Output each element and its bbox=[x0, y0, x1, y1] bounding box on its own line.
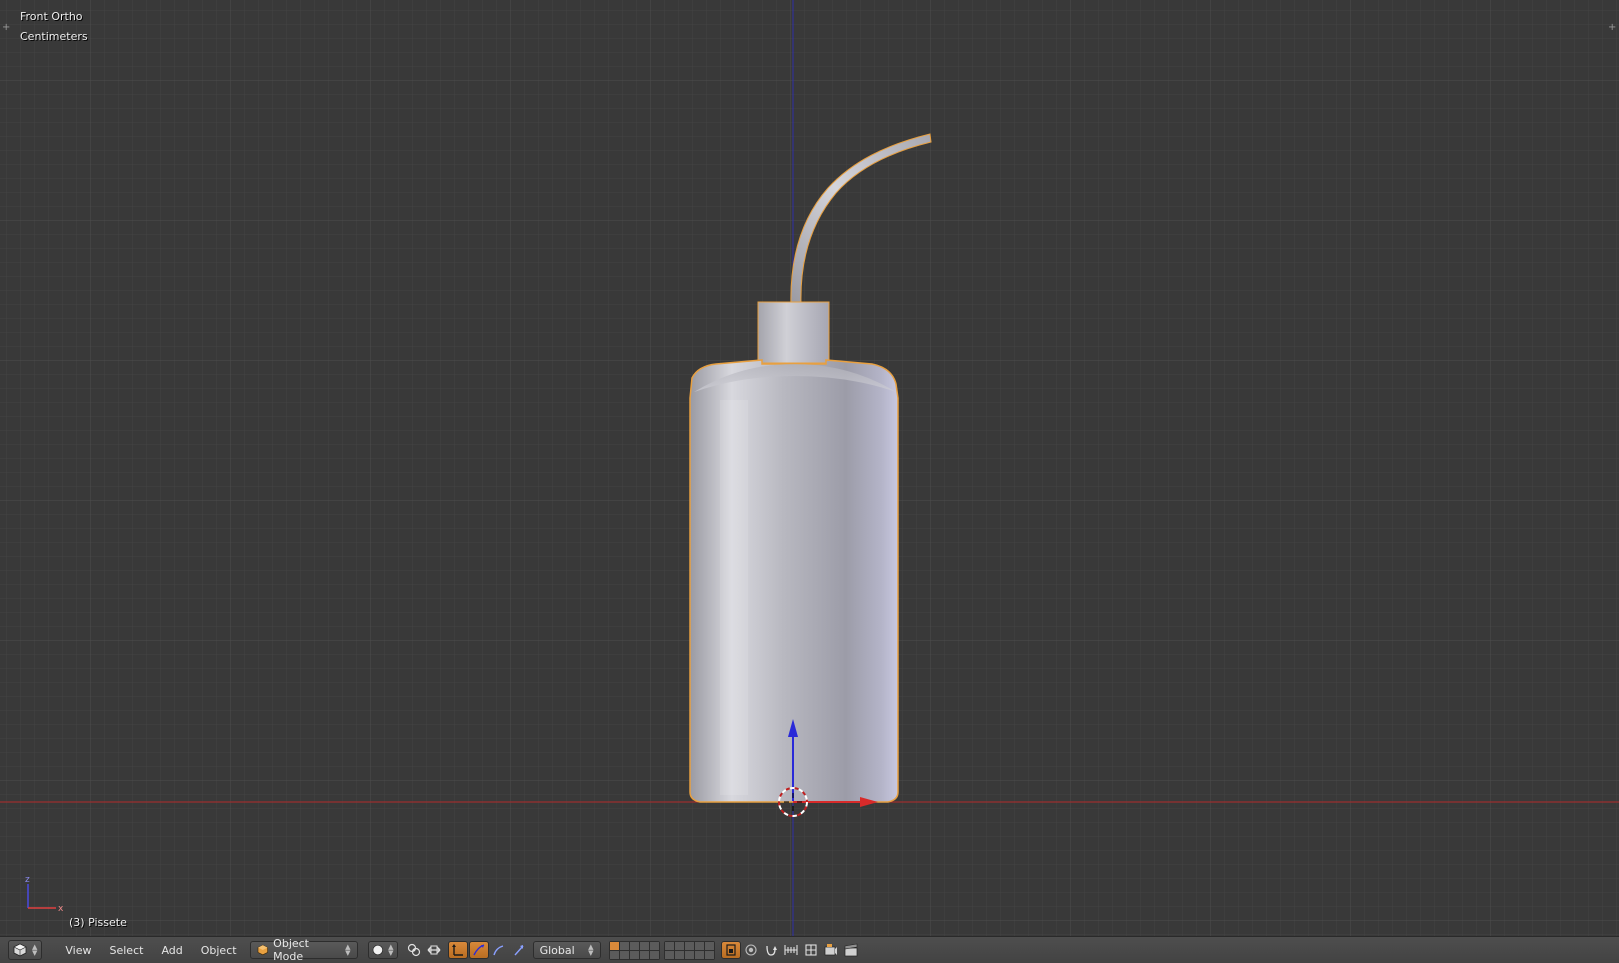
editor-type-selector[interactable]: ▲ ▼ bbox=[8, 940, 43, 960]
transform-orientation-toggle[interactable] bbox=[509, 941, 529, 959]
viewport-grid: z x bbox=[0, 0, 1619, 936]
layer-buttons-group-2[interactable] bbox=[663, 940, 715, 960]
clapperboard-icon bbox=[844, 943, 857, 957]
proportional-edit-icon bbox=[745, 944, 757, 956]
orientation-label: Global bbox=[539, 943, 575, 957]
manipulator-toggle[interactable] bbox=[424, 941, 444, 959]
scale-icon bbox=[492, 945, 503, 956]
viewport-shading-selector[interactable]: ▲ ▼ bbox=[367, 941, 398, 959]
menu-view[interactable]: View bbox=[56, 940, 100, 960]
dropdown-arrows-icon: ▲ ▼ bbox=[345, 943, 351, 957]
snap-target-icon bbox=[514, 945, 524, 956]
dropdown-arrows-icon: ▲ ▼ bbox=[32, 943, 38, 957]
area-split-corner-top-left[interactable]: + bbox=[2, 23, 10, 33]
menu-object[interactable]: Object bbox=[192, 940, 246, 960]
rotate-manipulator-button[interactable] bbox=[468, 941, 489, 959]
layer-lock-icon bbox=[725, 944, 736, 956]
view-name-label: Front Ortho bbox=[20, 10, 83, 23]
layer-buttons-group-1[interactable] bbox=[608, 940, 660, 960]
translate-manipulator-button[interactable] bbox=[447, 941, 468, 959]
dropdown-arrows-icon: ▲ ▼ bbox=[388, 943, 394, 957]
camera-render-icon bbox=[824, 944, 837, 956]
render-preview-button[interactable] bbox=[821, 941, 841, 959]
mode-label: Object Mode bbox=[273, 937, 309, 963]
3d-view-header: ▲ ▼ View Select Add Object Object Mode ▲ ▼… bbox=[0, 936, 1619, 963]
solid-sphere-icon bbox=[372, 944, 383, 956]
mode-selector[interactable]: Object Mode ▲ ▼ bbox=[249, 937, 358, 963]
snap-toggle-button[interactable] bbox=[761, 941, 781, 959]
snap-increment-icon bbox=[784, 945, 798, 955]
manipulator-icon bbox=[427, 945, 441, 955]
object-mode-cube-icon bbox=[257, 944, 268, 956]
menu-select[interactable]: Select bbox=[101, 940, 153, 960]
svg-text:x: x bbox=[58, 904, 64, 914]
svg-text:z: z bbox=[25, 875, 30, 885]
proportional-edit-button[interactable] bbox=[741, 941, 761, 959]
dropdown-arrows-icon: ▲ ▼ bbox=[588, 943, 594, 957]
translate-arrow-icon bbox=[451, 944, 463, 956]
rotate-arc-icon bbox=[472, 944, 484, 956]
menu-add[interactable]: Add bbox=[152, 940, 191, 960]
active-object-label: (3) Pissete bbox=[69, 916, 127, 929]
area-split-corner-top-right[interactable]: + bbox=[1608, 23, 1616, 33]
scale-manipulator-button[interactable] bbox=[489, 941, 509, 959]
pivot-point-icon bbox=[407, 943, 420, 957]
3d-view-cube-icon bbox=[13, 943, 27, 957]
magnet-icon bbox=[765, 945, 777, 956]
units-label: Centimeters bbox=[20, 30, 88, 43]
snap-target-selector[interactable] bbox=[801, 941, 821, 959]
pivot-point-selector[interactable] bbox=[404, 941, 424, 959]
render-animation-button[interactable] bbox=[841, 941, 861, 959]
orientation-selector[interactable]: Global ▲ ▼ bbox=[532, 941, 601, 959]
snap-target-grid-icon bbox=[805, 944, 817, 956]
3d-viewport[interactable]: z x Front Ortho Centimeters (3) Pissete … bbox=[0, 0, 1619, 936]
snap-element-selector[interactable] bbox=[781, 941, 801, 959]
lock-camera-layers-button[interactable] bbox=[720, 941, 741, 959]
